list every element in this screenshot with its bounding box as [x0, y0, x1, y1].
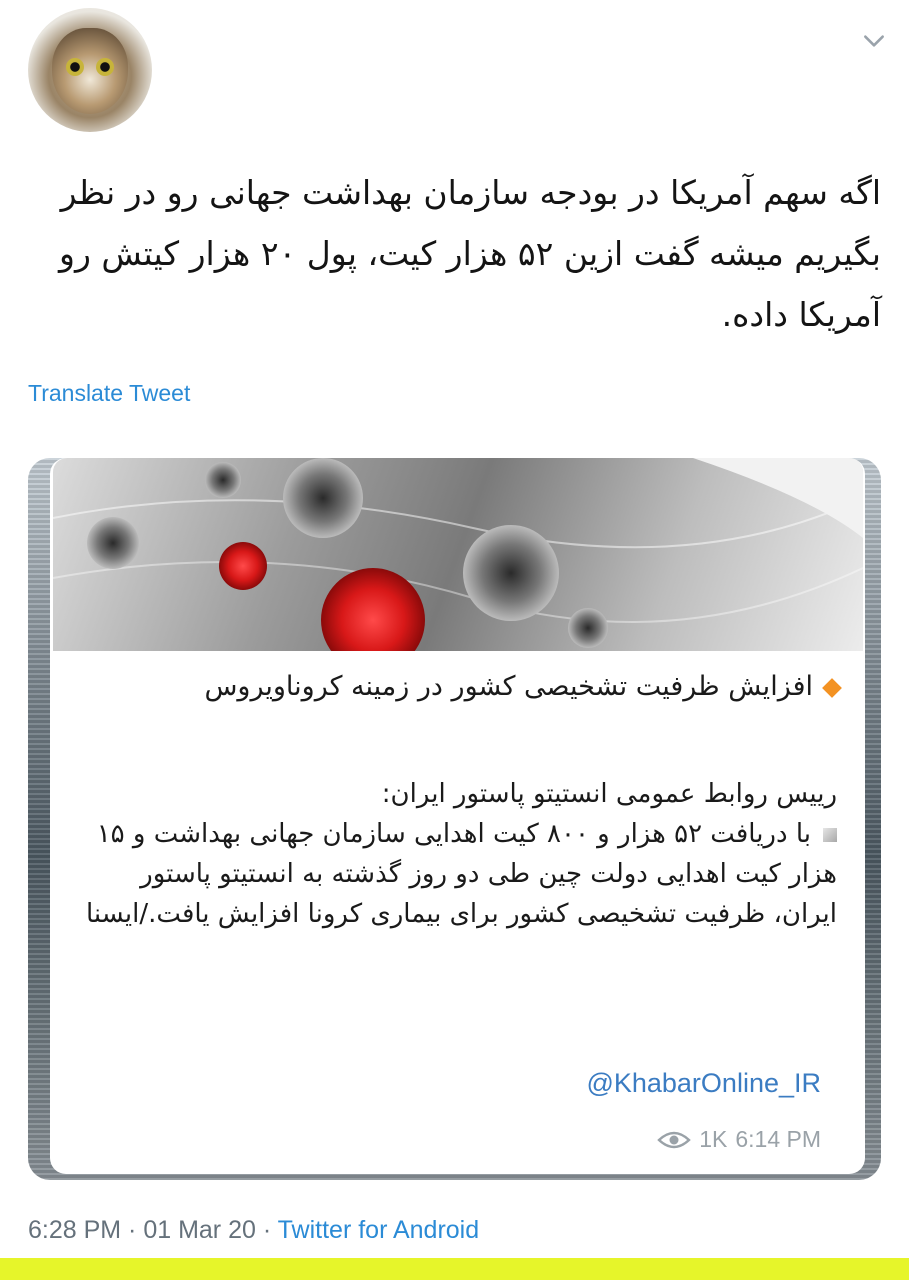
message-body: رییس روابط عمومی انستیتو پاستور ایران: ب… [77, 774, 837, 934]
translate-tweet-link[interactable]: Translate Tweet [28, 380, 190, 407]
body-main-paragraph: با دریافت ۵۲ هزار و ۸۰۰ کیت اهدایی سازما… [77, 814, 837, 934]
tweet-footer: 6:28 PM · 01 Mar 20 · Twitter for Androi… [28, 1216, 479, 1245]
gray-virus-3 [463, 525, 559, 621]
channel-link[interactable]: @KhabarOnline_IR [586, 1068, 821, 1099]
gray-virus-1 [283, 458, 363, 538]
gray-virus-2 [87, 517, 139, 569]
message-headline: افزایش ظرفیت تشخیصی کشور در زمینه کروناو… [79, 670, 842, 704]
red-virus-large [321, 568, 425, 651]
view-count: 1K [699, 1126, 728, 1152]
coronavirus-photo [53, 458, 863, 651]
orange-diamond-icon [822, 677, 842, 698]
right-eye [96, 58, 114, 76]
virus-illustration [53, 458, 863, 651]
headline-text: افزایش ظرفیت تشخیصی کشور در زمینه کروناو… [204, 671, 813, 702]
eye-icon [657, 1131, 691, 1148]
left-eye [66, 58, 84, 76]
highlight-bar [0, 1258, 909, 1280]
red-virus-small [219, 542, 267, 590]
gray-virus-5 [568, 608, 608, 648]
chevron-down-icon[interactable] [861, 28, 887, 54]
embedded-telegram-message[interactable]: افزایش ظرفیت تشخیصی کشور در زمینه کروناو… [50, 458, 865, 1174]
tweet-timestamp: 6:28 PM · 01 Mar 20 · [28, 1216, 278, 1244]
gray-virus-4 [205, 462, 241, 498]
message-meta: 1K 6:14 PM [657, 1126, 821, 1153]
tweet-text: اگه سهم آمریکا در بودجه سازمان بهداشت جه… [59, 173, 881, 334]
body-intro: رییس روابط عمومی انستیتو پاستور ایران: [381, 779, 837, 809]
body-main-text: با دریافت ۵۲ هزار و ۸۰۰ کیت اهدایی سازما… [85, 819, 837, 929]
message-time: 6:14 PM [735, 1126, 821, 1152]
cat-face [52, 28, 128, 114]
profile-avatar[interactable] [28, 8, 152, 132]
gray-square-icon [823, 827, 837, 842]
tweet-source-link[interactable]: Twitter for Android [278, 1216, 479, 1244]
